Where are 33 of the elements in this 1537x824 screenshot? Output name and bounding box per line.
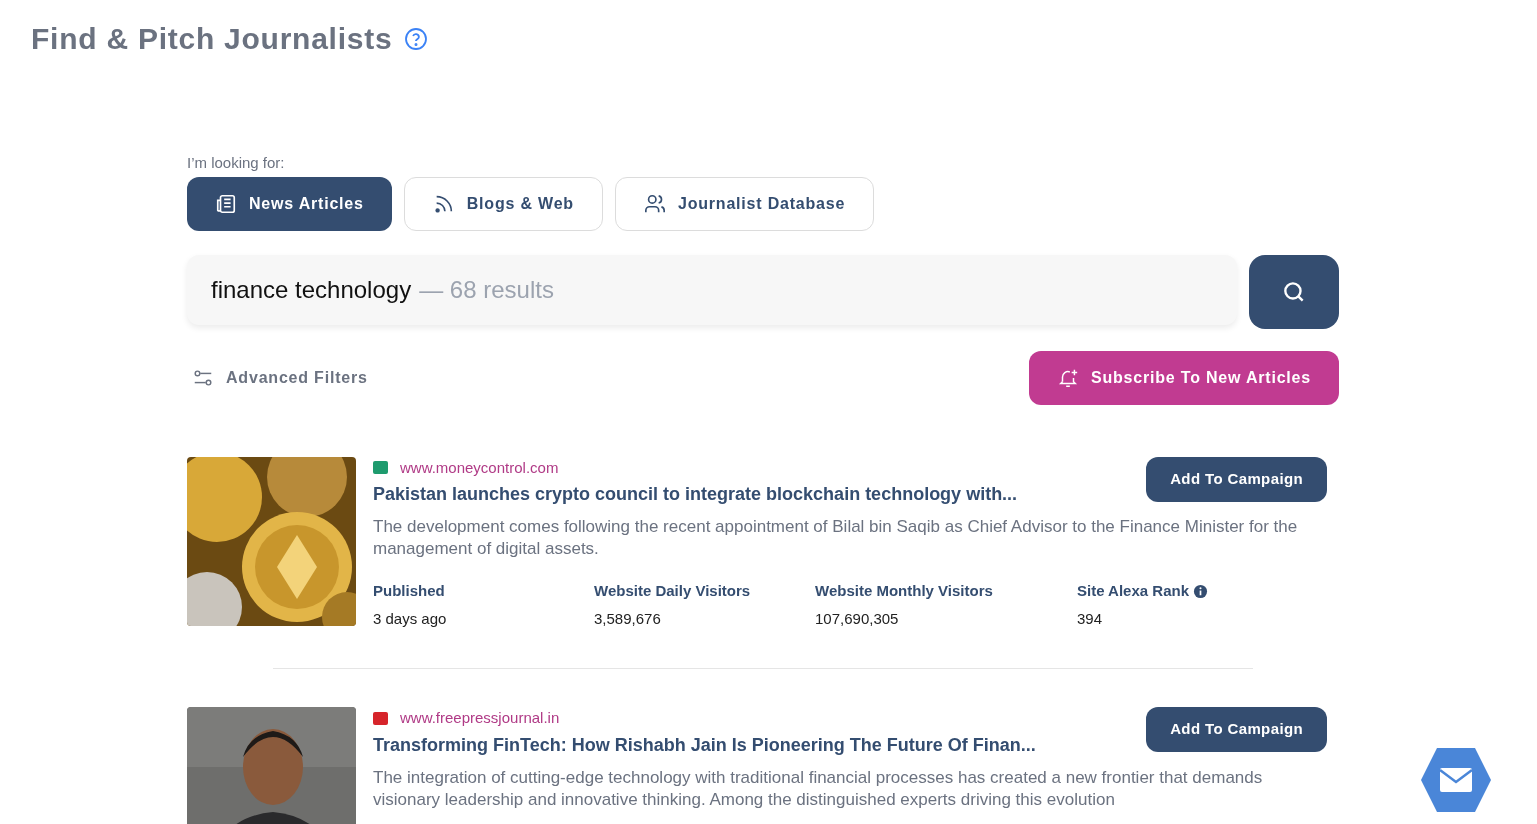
advanced-filters-button[interactable]: Advanced Filters — [192, 365, 368, 390]
add-to-campaign-button[interactable]: Add To Campaign — [1146, 456, 1327, 502]
article-title[interactable]: Transforming FinTech: How Rishabh Jain Is Pioneering The Future Of Finan... — [373, 731, 1036, 759]
article-description: The integration of cutting-edge technology with traditional financial processes has created a new frontier that demands visionary leadership and innovative thinking. Among the distinguished experts driving this evolution — [373, 766, 1264, 811]
envelope-icon — [1419, 746, 1493, 814]
stat-label: Website Daily Visitors — [594, 581, 751, 601]
search-button[interactable] — [1249, 254, 1339, 329]
help-icon[interactable] — [404, 26, 429, 51]
stat-label: Site Alexa Rank — [1077, 581, 1189, 601]
looking-for-label: I’m looking for: — [187, 153, 285, 173]
article-title[interactable]: Pakistan launches crypto council to integrate blockchain technology with... — [373, 481, 1018, 508]
site-favicon-icon — [373, 461, 388, 475]
info-icon[interactable] — [1193, 583, 1208, 599]
add-to-campaign-button[interactable]: Add To Campaign — [1146, 707, 1327, 752]
search-type-tab[interactable]: News Articles — [187, 176, 392, 231]
newspaper-icon — [215, 192, 237, 215]
stat-value: 3,589,676 — [594, 608, 662, 629]
source-link[interactable]: www.freepressjournal.in — [400, 707, 560, 730]
stat-value: 394 — [1077, 608, 1104, 629]
users-icon — [643, 192, 666, 215]
subscribe-button[interactable]: Subscribe To New Articles — [1028, 350, 1339, 405]
stat-value: 107,690,305 — [815, 608, 900, 629]
stat-label: Website Monthly Visitors — [815, 581, 993, 601]
search-field[interactable]: finance technology — 68 results — [187, 254, 1237, 325]
search-type-tab[interactable]: Journalist Database — [614, 176, 875, 231]
source-link[interactable]: www.moneycontrol.com — [400, 456, 559, 479]
article-description: The development comes following the recent appointment of Bilal bin Saqib as Chief Advisor to the Finance Minister for the management of digital assets. — [373, 516, 1299, 560]
page-title: Find & Pitch Journalists — [31, 21, 393, 57]
search-type-tab[interactable]: Blogs & Web — [403, 176, 603, 231]
stat-label: Published — [373, 581, 445, 601]
site-favicon-icon — [373, 711, 388, 725]
mail-button[interactable] — [1419, 746, 1493, 814]
stat-value: 3 days ago — [373, 608, 448, 629]
